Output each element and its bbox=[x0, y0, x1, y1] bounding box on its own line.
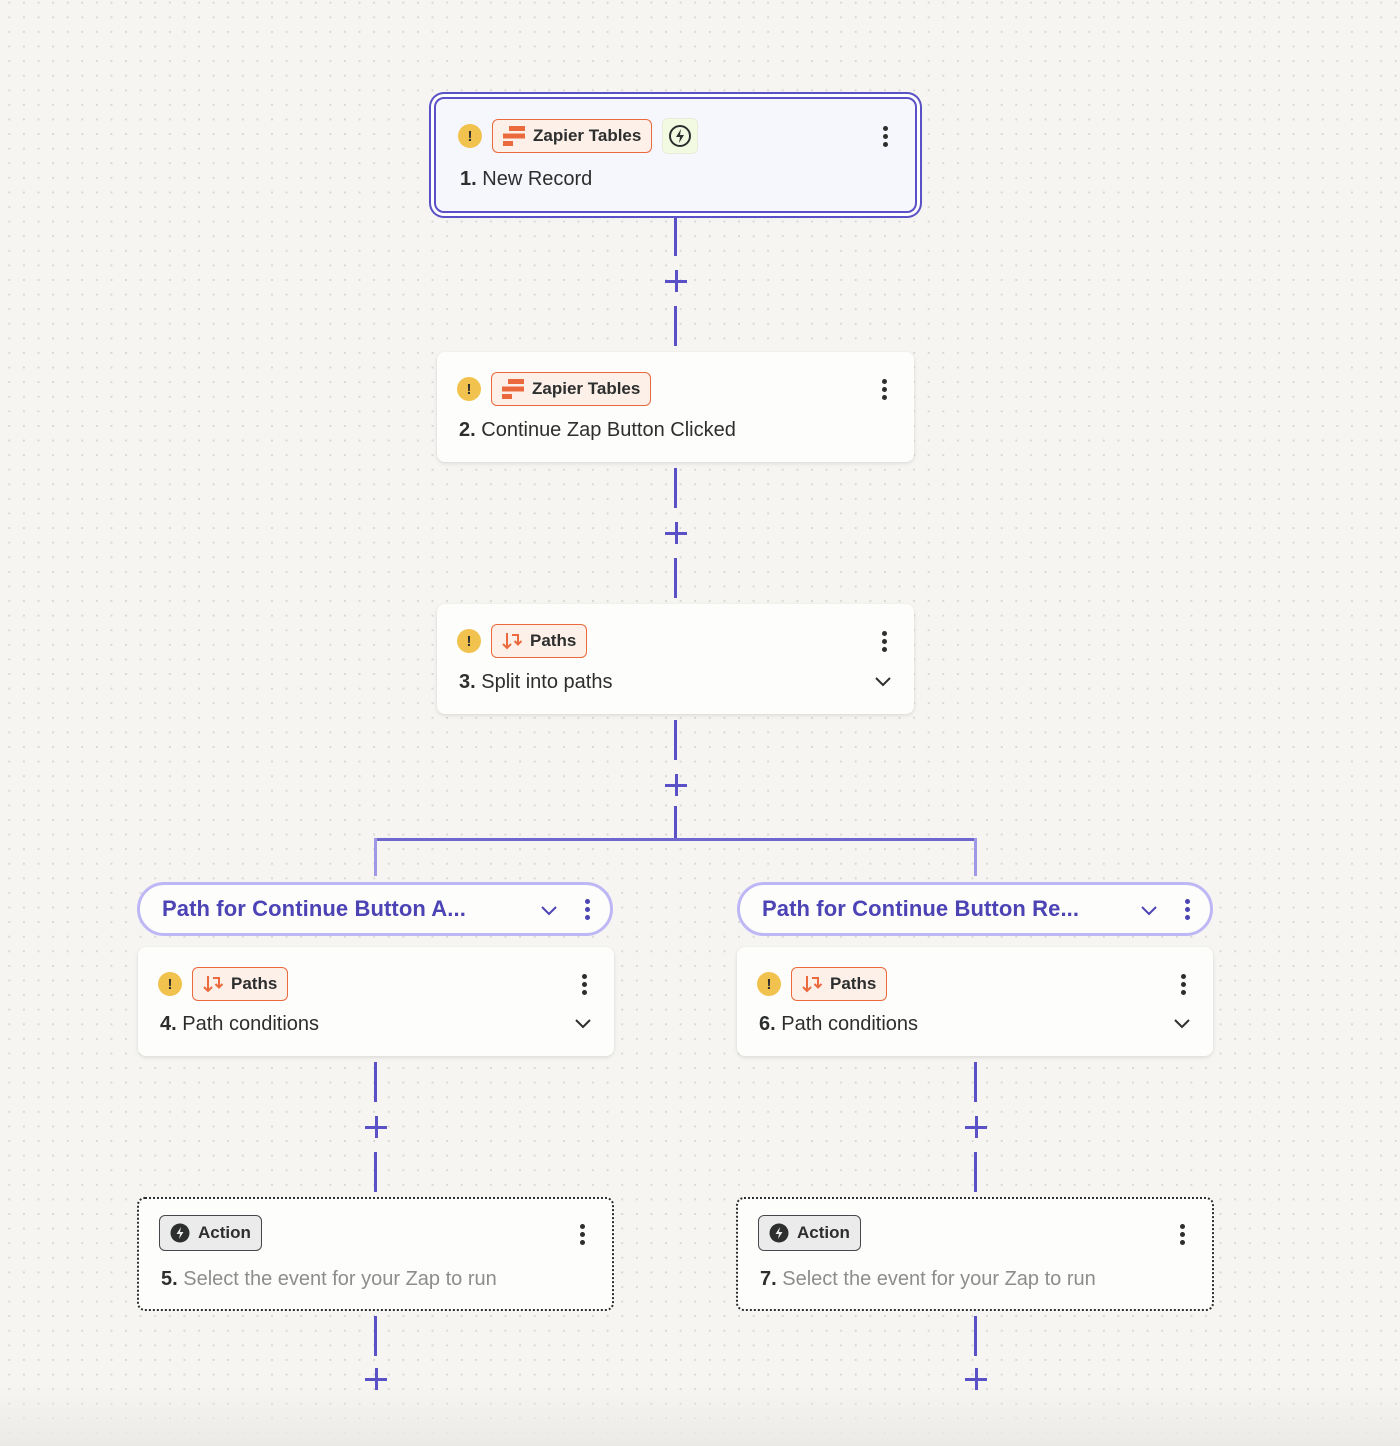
more-options-icon[interactable] bbox=[580, 896, 594, 922]
step-title: 7. Select the event for your Zap to run bbox=[760, 1268, 1096, 1291]
app-name: Zapier Tables bbox=[533, 126, 642, 145]
warning-icon: ! bbox=[757, 972, 781, 996]
path-header-b[interactable]: Path for Continue Button Re... bbox=[737, 882, 1213, 936]
path-label: Path for Continue Button Re... bbox=[762, 896, 1080, 921]
step-card-1[interactable]: ! Zapier Tables 1. New Record bbox=[434, 97, 917, 213]
more-options-icon[interactable] bbox=[1172, 1219, 1192, 1249]
app-badge: Zapier Tables bbox=[491, 372, 652, 406]
more-options-icon[interactable] bbox=[874, 626, 894, 656]
step-number: 5. bbox=[161, 1268, 178, 1290]
step-title: 6. Path conditions bbox=[759, 1013, 918, 1036]
step-name: Path conditions bbox=[182, 1013, 320, 1035]
more-options-icon[interactable] bbox=[1173, 969, 1193, 999]
zapier-tables-icon bbox=[502, 379, 524, 399]
app-name: Paths bbox=[231, 974, 278, 993]
connector-line bbox=[974, 838, 977, 876]
app-name: Paths bbox=[530, 631, 577, 650]
step-card-4[interactable]: ! Paths 4. Path conditions bbox=[138, 947, 614, 1056]
step-name: Continue Zap Button Clicked bbox=[481, 419, 736, 441]
add-step-button[interactable] bbox=[965, 1368, 987, 1390]
branch-line bbox=[374, 838, 977, 841]
more-options-icon[interactable] bbox=[572, 1219, 592, 1249]
app-badge: Action bbox=[159, 1215, 262, 1251]
paths-icon bbox=[502, 633, 522, 650]
step-title: 5. Select the event for your Zap to run bbox=[161, 1268, 497, 1291]
step-card-5[interactable]: Action 5. Select the event for your Zap … bbox=[137, 1197, 614, 1311]
step-number: 3. bbox=[459, 671, 476, 693]
chevron-down-icon[interactable] bbox=[874, 672, 892, 690]
paths-icon bbox=[802, 976, 822, 993]
warning-icon: ! bbox=[458, 124, 482, 148]
action-bolt-icon bbox=[170, 1223, 190, 1243]
add-step-button[interactable] bbox=[665, 270, 687, 292]
more-options-icon[interactable] bbox=[874, 374, 894, 404]
add-step-button[interactable] bbox=[665, 774, 687, 796]
step-number: 2. bbox=[459, 419, 476, 441]
chevron-down-icon[interactable] bbox=[540, 901, 558, 919]
more-options-icon[interactable] bbox=[1180, 896, 1194, 922]
step-card-7[interactable]: Action 7. Select the event for your Zap … bbox=[736, 1197, 1214, 1311]
step-title: 1. New Record bbox=[460, 168, 592, 191]
step-name: Select the event for your Zap to run bbox=[782, 1268, 1096, 1290]
connector-line bbox=[974, 1316, 977, 1356]
connector-line bbox=[674, 806, 677, 840]
step-card-3[interactable]: ! Paths 3. Split into paths bbox=[437, 604, 914, 714]
app-badge: Paths bbox=[791, 967, 888, 1001]
app-name: Paths bbox=[830, 974, 877, 993]
step-number: 7. bbox=[760, 1268, 777, 1290]
add-step-button[interactable] bbox=[365, 1116, 387, 1138]
connector-line bbox=[674, 216, 677, 256]
add-step-button[interactable] bbox=[965, 1116, 987, 1138]
connector-line bbox=[674, 468, 677, 508]
connector-line bbox=[374, 838, 377, 876]
step-number: 6. bbox=[759, 1013, 776, 1035]
step-name: New Record bbox=[482, 168, 593, 190]
app-name: Action bbox=[198, 1223, 251, 1242]
more-options-icon[interactable] bbox=[875, 121, 895, 151]
app-badge: Zapier Tables bbox=[492, 119, 653, 153]
step-card-6[interactable]: ! Paths 6. Path conditions bbox=[737, 947, 1213, 1056]
step-title: 2. Continue Zap Button Clicked bbox=[459, 419, 736, 442]
app-badge: Paths bbox=[491, 624, 588, 658]
path-label: Path for Continue Button A... bbox=[162, 896, 466, 921]
connector-line bbox=[974, 1062, 977, 1102]
action-bolt-icon bbox=[769, 1223, 789, 1243]
path-header-a[interactable]: Path for Continue Button A... bbox=[137, 882, 613, 936]
step-card-2[interactable]: ! Zapier Tables 2. Continue Zap Button C… bbox=[437, 352, 914, 462]
add-step-button[interactable] bbox=[365, 1368, 387, 1390]
more-options-icon[interactable] bbox=[574, 969, 594, 999]
chevron-down-icon[interactable] bbox=[574, 1014, 592, 1032]
step-name: Path conditions bbox=[781, 1013, 919, 1035]
warning-icon: ! bbox=[158, 972, 182, 996]
step-title: 3. Split into paths bbox=[459, 671, 612, 694]
chevron-down-icon[interactable] bbox=[1173, 1014, 1191, 1032]
step-title: 4. Path conditions bbox=[160, 1013, 319, 1036]
app-badge: Paths bbox=[192, 967, 289, 1001]
app-badge: Action bbox=[758, 1215, 861, 1251]
paths-icon bbox=[203, 976, 223, 993]
step-name: Split into paths bbox=[481, 671, 613, 693]
connector-line bbox=[374, 1316, 377, 1356]
connector-line bbox=[974, 1152, 977, 1192]
app-name: Zapier Tables bbox=[532, 379, 641, 398]
add-step-button[interactable] bbox=[665, 522, 687, 544]
canvas-bottom-fade bbox=[0, 1386, 1400, 1446]
warning-icon: ! bbox=[457, 629, 481, 653]
step-number: 4. bbox=[160, 1013, 177, 1035]
step-number: 1. bbox=[460, 168, 477, 190]
trigger-badge bbox=[662, 118, 699, 154]
connector-line bbox=[374, 1062, 377, 1102]
app-name: Action bbox=[797, 1223, 850, 1242]
step-name: Select the event for your Zap to run bbox=[183, 1268, 497, 1290]
zapier-tables-icon bbox=[503, 126, 525, 146]
warning-icon: ! bbox=[457, 377, 481, 401]
connector-line bbox=[674, 558, 677, 598]
chevron-down-icon[interactable] bbox=[1140, 901, 1158, 919]
connector-line bbox=[374, 1152, 377, 1192]
connector-line bbox=[674, 306, 677, 346]
lightning-bolt-icon bbox=[669, 125, 692, 147]
connector-line bbox=[674, 720, 677, 760]
